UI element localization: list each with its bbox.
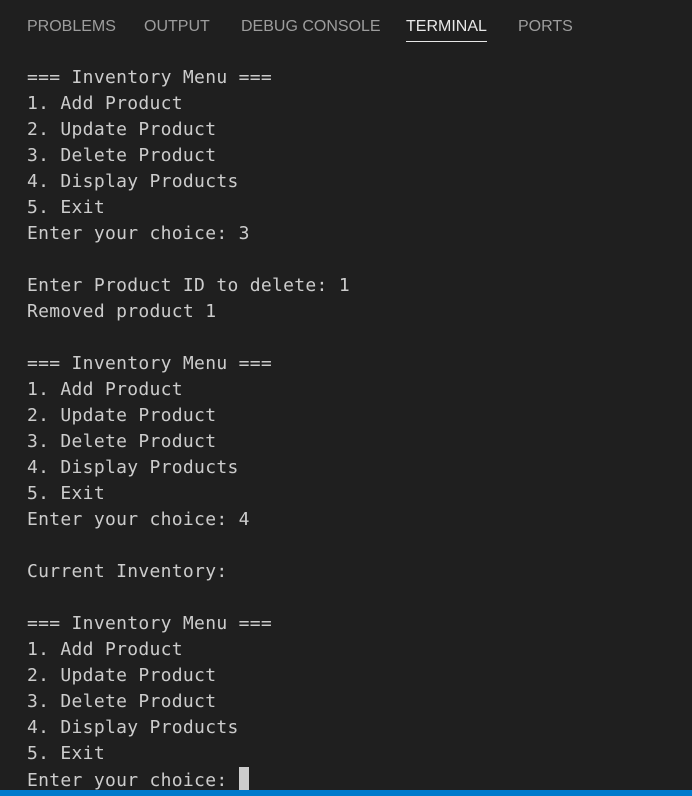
terminal-line: 3. Delete Product [27,691,217,712]
panel-tab-bar: PROBLEMS OUTPUT DEBUG CONSOLE TERMINAL P… [0,0,692,50]
terminal-line: === Inventory Menu === [27,67,273,88]
tab-debug-console[interactable]: DEBUG CONSOLE [241,17,381,37]
terminal-line: 4. Display Products [27,457,239,478]
tab-terminal[interactable]: TERMINAL [406,17,487,42]
terminal-line: 2. Update Product [27,405,217,426]
terminal-line: 3. Delete Product [27,431,217,452]
terminal-line: Enter your choice: 3 [27,223,250,244]
terminal-line: 1. Add Product [27,93,183,114]
terminal-line: 2. Update Product [27,665,217,686]
terminal-line: === Inventory Menu === [27,353,273,374]
tab-ports[interactable]: PORTS [518,17,573,37]
terminal-line: Current Inventory: [27,561,228,582]
status-bar [0,790,692,796]
active-tab-indicator [406,41,487,42]
terminal-line: 4. Display Products [27,171,239,192]
terminal-line: 4. Display Products [27,717,239,738]
tab-problems[interactable]: PROBLEMS [27,17,116,37]
terminal-line: 2. Update Product [27,119,217,140]
terminal-line: === Inventory Menu === [27,613,273,634]
tab-output[interactable]: OUTPUT [144,17,210,37]
terminal-line: Removed product 1 [27,301,217,322]
terminal-cursor [239,767,250,791]
terminal-line: 3. Delete Product [27,145,217,166]
tab-terminal-label: TERMINAL [406,18,487,35]
terminal-line: 1. Add Product [27,379,183,400]
terminal-line: Enter your choice: 4 [27,509,250,530]
terminal-line: Enter Product ID to delete: 1 [27,275,350,296]
terminal-line: 5. Exit [27,197,105,218]
terminal-prompt: Enter your choice: [27,770,228,791]
terminal-line: 5. Exit [27,483,105,504]
terminal-output[interactable]: === Inventory Menu === 1. Add Product 2.… [27,65,667,793]
terminal-line: 1. Add Product [27,639,183,660]
terminal-line: 5. Exit [27,743,105,764]
